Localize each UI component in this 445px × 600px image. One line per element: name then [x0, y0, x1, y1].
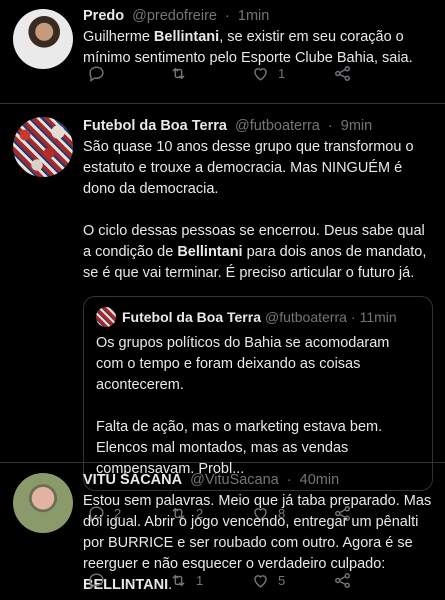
like-icon [254, 68, 267, 81]
tweet-header: Predo @predofreire · 1min [83, 6, 433, 26]
retweet-icon [172, 574, 185, 587]
display-name[interactable]: VITU SACANA [83, 472, 182, 488]
tweet[interactable]: VITU SACANA @VituSacana · 40min Estou se… [0, 463, 445, 600]
separator: · [327, 118, 333, 134]
share-icon [335, 66, 350, 81]
separator: · [225, 8, 230, 24]
tweet-paragraph: Os grupos políticos do Bahia se acomodar… [96, 335, 390, 393]
timestamp[interactable]: 1min [238, 8, 269, 24]
timestamp: 11min [359, 309, 397, 325]
retweet-button[interactable]: 1 [169, 571, 251, 590]
tweet[interactable]: Futebol da Boa Terra @futboaterra · 9min… [0, 104, 445, 523]
share-button[interactable] [333, 64, 415, 83]
retweet-button[interactable] [169, 64, 251, 83]
share-icon [335, 573, 350, 588]
avatar[interactable] [13, 473, 73, 533]
reply-button[interactable] [87, 571, 169, 590]
like-icon [254, 575, 267, 588]
display-name: Futebol da Boa Terra [122, 309, 261, 325]
handle[interactable]: @VituSacana [190, 472, 279, 488]
quoted-tweet[interactable]: Futebol da Boa Terra @futboaterra · 11mi… [83, 296, 433, 491]
avatar[interactable] [13, 117, 73, 177]
avatar[interactable] [13, 9, 73, 69]
like-button[interactable]: 1 [251, 64, 333, 83]
display-name[interactable]: Futebol da Boa Terra [83, 118, 227, 134]
handle[interactable]: @predofreire [132, 8, 217, 24]
separator: · [286, 472, 292, 488]
tweet-paragraph: São quase 10 anos desse grupo que transf… [83, 139, 414, 197]
separator: · [350, 309, 356, 325]
avatar [96, 307, 116, 327]
timestamp[interactable]: 9min [341, 118, 372, 134]
mention-bold: Bellintani [177, 244, 243, 260]
tweet-header: Futebol da Boa Terra @futboaterra · 9min [83, 116, 433, 136]
display-name[interactable]: Predo [83, 8, 124, 24]
tweet-header: VITU SACANA @VituSacana · 40min [83, 470, 433, 490]
mention-bold: Bellintani [153, 29, 220, 45]
reply-icon [89, 573, 104, 590]
timestamp[interactable]: 40min [300, 472, 340, 488]
retweet-icon [172, 67, 185, 80]
tweet[interactable]: Predo @predofreire · 1min Guilherme Bell… [0, 0, 445, 104]
reply-button[interactable] [87, 64, 169, 83]
handle[interactable]: @futboaterra [235, 118, 320, 134]
like-button[interactable]: 5 [251, 571, 333, 590]
quoted-tweet-header: Futebol da Boa Terra @futboaterra · 11mi… [96, 307, 420, 327]
tweet-text: São quase 10 anos desse grupo que transf… [83, 137, 433, 284]
tweet-text: Guilherme Bellintani, se existir em seu … [83, 29, 413, 66]
share-button[interactable] [333, 571, 415, 590]
handle: @futboaterra [264, 309, 347, 325]
tweet-paragraph: O ciclo dessas pessoas se encerrou. Deus… [83, 223, 427, 281]
quoted-tweet-text: Os grupos políticos do Bahia se acomodar… [96, 333, 420, 480]
reply-icon [89, 66, 104, 83]
